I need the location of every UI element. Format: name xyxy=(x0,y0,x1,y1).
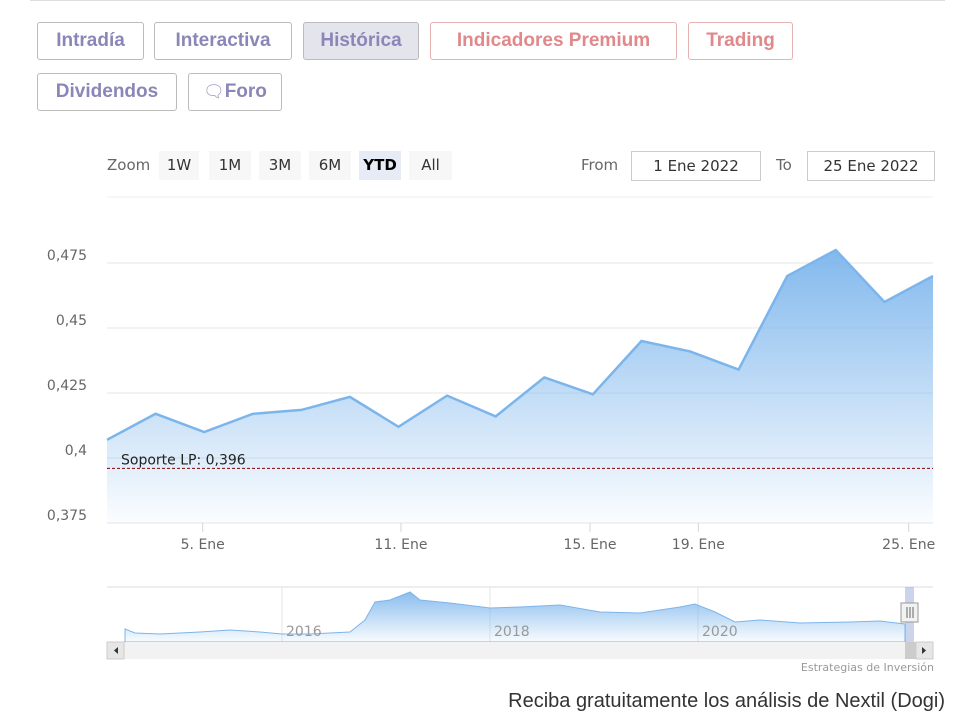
x-tick-label: 11. Ene xyxy=(374,537,427,553)
support-label: Soporte LP: 0,396 xyxy=(121,452,246,468)
x-tick-label: 25. Ene xyxy=(882,537,935,553)
footer-cta[interactable]: Reciba gratuitamente los análisis de Nex… xyxy=(508,690,945,713)
chart-credits[interactable]: Estrategias de Inversión xyxy=(801,661,934,674)
y-tick-label: 0,4 xyxy=(65,443,87,459)
y-tick-label: 0,425 xyxy=(47,378,87,394)
y-tick-label: 0,375 xyxy=(47,508,87,524)
scrollbar-track[interactable] xyxy=(107,642,933,659)
x-tick-label: 15. Ene xyxy=(563,537,616,553)
navigator-year-2016: 2016 xyxy=(286,624,322,640)
navigator-year-2020: 2020 xyxy=(702,624,738,640)
navigator[interactable]: 2016 2018 2020 xyxy=(107,586,933,643)
scrollbar-thumb[interactable] xyxy=(905,642,916,659)
x-tick-label: 19. Ene xyxy=(672,537,725,553)
x-tick-label: 5. Ene xyxy=(181,537,225,553)
price-area xyxy=(107,250,933,523)
navigator-year-2018: 2018 xyxy=(494,624,530,640)
y-tick-label: 0,475 xyxy=(47,248,87,264)
y-tick-label: 0,45 xyxy=(56,313,87,329)
price-chart: 0,375 0,4 0,425 0,45 0,475 Soporte LP: 0,396… xyxy=(47,196,935,660)
